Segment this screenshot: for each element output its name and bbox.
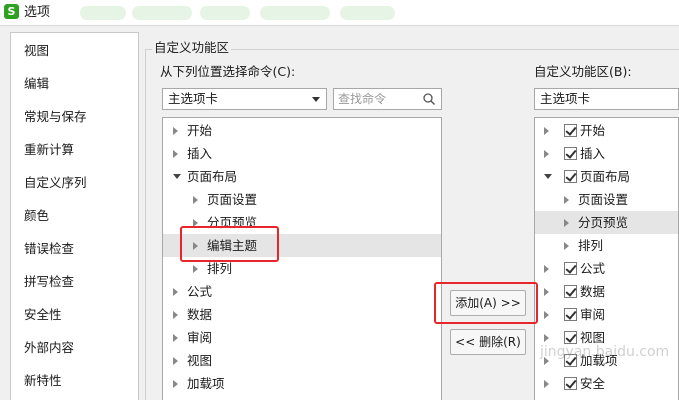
- expand-arrow-icon[interactable]: [173, 311, 178, 319]
- checkbox-checked-icon[interactable]: [564, 285, 577, 298]
- checkbox-checked-icon[interactable]: [564, 331, 577, 344]
- expand-arrow-icon[interactable]: [173, 127, 178, 135]
- app-logo-icon: S: [4, 4, 19, 19]
- expand-arrow-icon[interactable]: [544, 334, 549, 342]
- title-decoration: [80, 6, 126, 20]
- expand-arrow-icon[interactable]: [173, 380, 178, 388]
- nav-item-custom-lists[interactable]: 自定义序列: [24, 175, 87, 191]
- nav-item-recalculate[interactable]: 重新计算: [24, 142, 74, 158]
- remove-button[interactable]: << 删除(R): [450, 329, 526, 355]
- expand-arrow-icon[interactable]: [564, 219, 569, 227]
- title-bar: S 选项: [0, 0, 679, 26]
- commands-source-select[interactable]: 主选项卡: [162, 88, 327, 110]
- expand-arrow-icon[interactable]: [564, 196, 569, 204]
- expand-arrow-icon[interactable]: [193, 219, 198, 227]
- commands-source-value: 主选项卡: [168, 91, 219, 106]
- title-decoration: [260, 6, 330, 20]
- group-title: 自定义功能区: [152, 40, 232, 56]
- choose-commands-label: 从下列位置选择命令(C):: [160, 64, 296, 79]
- title-decoration: [132, 6, 192, 20]
- checkbox-checked-icon[interactable]: [564, 262, 577, 275]
- customize-ribbon-label: 自定义功能区(B):: [534, 64, 632, 79]
- checkbox-checked-icon[interactable]: [564, 124, 577, 137]
- search-commands-input[interactable]: 查找命令: [333, 88, 442, 110]
- checkbox-checked-icon[interactable]: [564, 354, 577, 367]
- nav-item-security[interactable]: 安全性: [24, 307, 62, 323]
- nav-item-new-features[interactable]: 新特性: [24, 373, 62, 389]
- expand-arrow-icon[interactable]: [544, 357, 549, 365]
- checkbox-checked-icon[interactable]: [564, 377, 577, 390]
- nav-item-general-save[interactable]: 常规与保存: [24, 109, 87, 125]
- expand-arrow-icon[interactable]: [544, 380, 549, 388]
- nav-item-edit[interactable]: 编辑: [24, 76, 49, 92]
- collapse-arrow-icon[interactable]: [173, 174, 181, 179]
- expand-arrow-icon[interactable]: [544, 150, 549, 158]
- nav-item-spell-check[interactable]: 拼写检查: [24, 274, 74, 290]
- checkbox-checked-icon[interactable]: [564, 170, 577, 183]
- search-placeholder: 查找命令: [338, 92, 387, 106]
- ribbon-tabs-value: 主选项卡: [540, 91, 591, 106]
- checkbox-checked-icon[interactable]: [564, 308, 577, 321]
- expand-arrow-icon[interactable]: [193, 196, 198, 204]
- expand-arrow-icon[interactable]: [193, 265, 198, 273]
- ribbon-tabs-select[interactable]: 主选项卡: [534, 88, 679, 110]
- nav-item-error-check[interactable]: 错误检查: [24, 241, 74, 257]
- expand-arrow-icon[interactable]: [173, 357, 178, 365]
- commands-tree[interactable]: 开始 插入 页面布局 页面设置 分页预览 编辑主题 排列 公式 数据 审阅 视图…: [162, 117, 442, 400]
- expand-arrow-icon[interactable]: [544, 127, 549, 135]
- options-nav: 视图 编辑 常规与保存 重新计算 自定义序列 颜色 错误检查 拼写检查 安全性 …: [10, 32, 139, 400]
- nav-item-color[interactable]: 颜色: [24, 208, 49, 224]
- expand-arrow-icon[interactable]: [173, 150, 178, 158]
- expand-arrow-icon[interactable]: [564, 242, 569, 250]
- nav-item-external-content[interactable]: 外部内容: [24, 340, 74, 356]
- expand-arrow-icon[interactable]: [544, 265, 549, 273]
- expand-arrow-icon[interactable]: [544, 288, 549, 296]
- add-button[interactable]: 添加(A) >>: [450, 290, 526, 316]
- title-decoration: [340, 6, 395, 20]
- chevron-down-icon: [312, 97, 320, 102]
- expand-arrow-icon[interactable]: [544, 311, 549, 319]
- title-decoration: [200, 6, 250, 20]
- ribbon-tree[interactable]: 开始 插入 页面布局 页面设置 分页预览 排列 公式 数据 审阅 视图 加载项 …: [534, 117, 679, 400]
- expand-arrow-icon[interactable]: [173, 334, 178, 342]
- window-title: 选项: [24, 5, 51, 20]
- expand-arrow-icon[interactable]: [173, 288, 178, 296]
- checkbox-checked-icon[interactable]: [564, 147, 577, 160]
- expand-arrow-icon[interactable]: [193, 242, 198, 250]
- selected-row-highlight: [163, 234, 441, 257]
- collapse-arrow-icon[interactable]: [544, 174, 552, 179]
- search-icon[interactable]: [423, 93, 435, 105]
- nav-item-view[interactable]: 视图: [24, 43, 49, 59]
